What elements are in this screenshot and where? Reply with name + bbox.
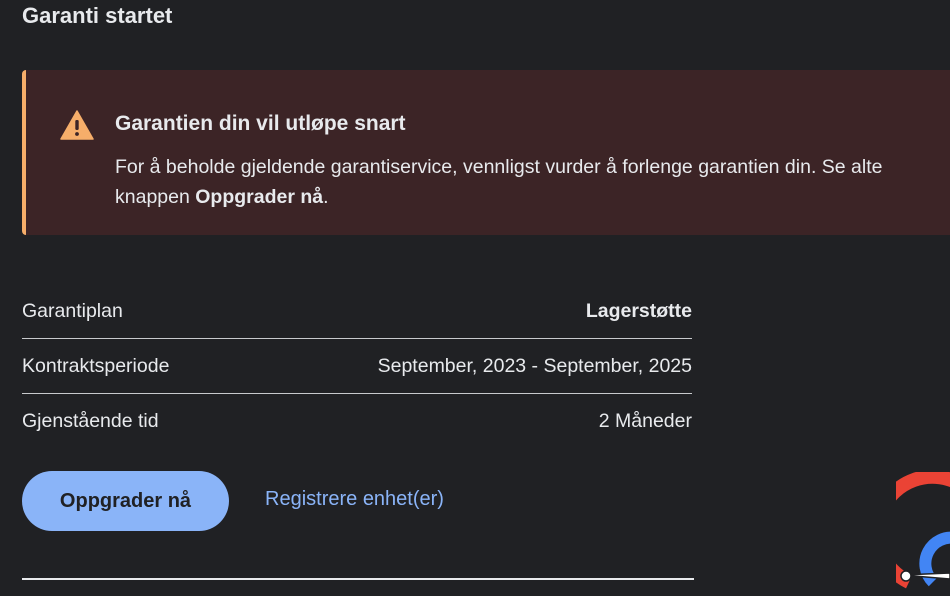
alert-heading: Garantien din vil utløpe snart — [115, 112, 406, 135]
register-devices-link[interactable]: Registrere enhet(er) — [265, 488, 444, 511]
info-row-remaining-time: Gjenstående tid 2 Måneder — [22, 394, 692, 449]
info-row-contract-period: Kontraktsperiode September, 2023 - Septe… — [22, 339, 692, 394]
alert-body-emphasis: Oppgrader nå — [195, 186, 324, 208]
upgrade-now-button[interactable]: Oppgrader nå — [22, 471, 229, 531]
info-label: Garantiplan — [22, 299, 123, 322]
alert-body-line-2: knappen Oppgrader nå. — [115, 182, 950, 212]
info-value: 2 Måneder — [598, 410, 692, 432]
divider — [22, 578, 694, 580]
warning-triangle-icon — [60, 110, 94, 140]
warranty-page: Garanti startet Garantien din vil utløpe… — [0, 0, 950, 596]
info-label: Kontraktsperiode — [22, 354, 170, 377]
alert-body-line-1: For å beholde gjeldende garantiservice, … — [115, 156, 883, 178]
warranty-gauge-icon — [896, 472, 950, 589]
info-value: Lagerstøtte — [585, 299, 692, 322]
info-value: September, 2023 - September, 2025 — [377, 354, 692, 377]
alert-body: For å beholde gjeldende garantiservice, … — [115, 152, 950, 212]
warranty-info-table: Garantiplan Lagerstøtte Kontraktsperiode… — [22, 284, 692, 449]
alert-body-suffix: . — [323, 186, 329, 208]
page-title: Garanti startet — [22, 3, 173, 28]
info-label: Gjenstående tid — [22, 410, 159, 432]
warranty-expiring-alert: Garantien din vil utløpe snart For å beh… — [22, 70, 950, 235]
info-row-warranty-plan: Garantiplan Lagerstøtte — [22, 284, 692, 339]
alert-body-prefix: knappen — [115, 186, 196, 208]
